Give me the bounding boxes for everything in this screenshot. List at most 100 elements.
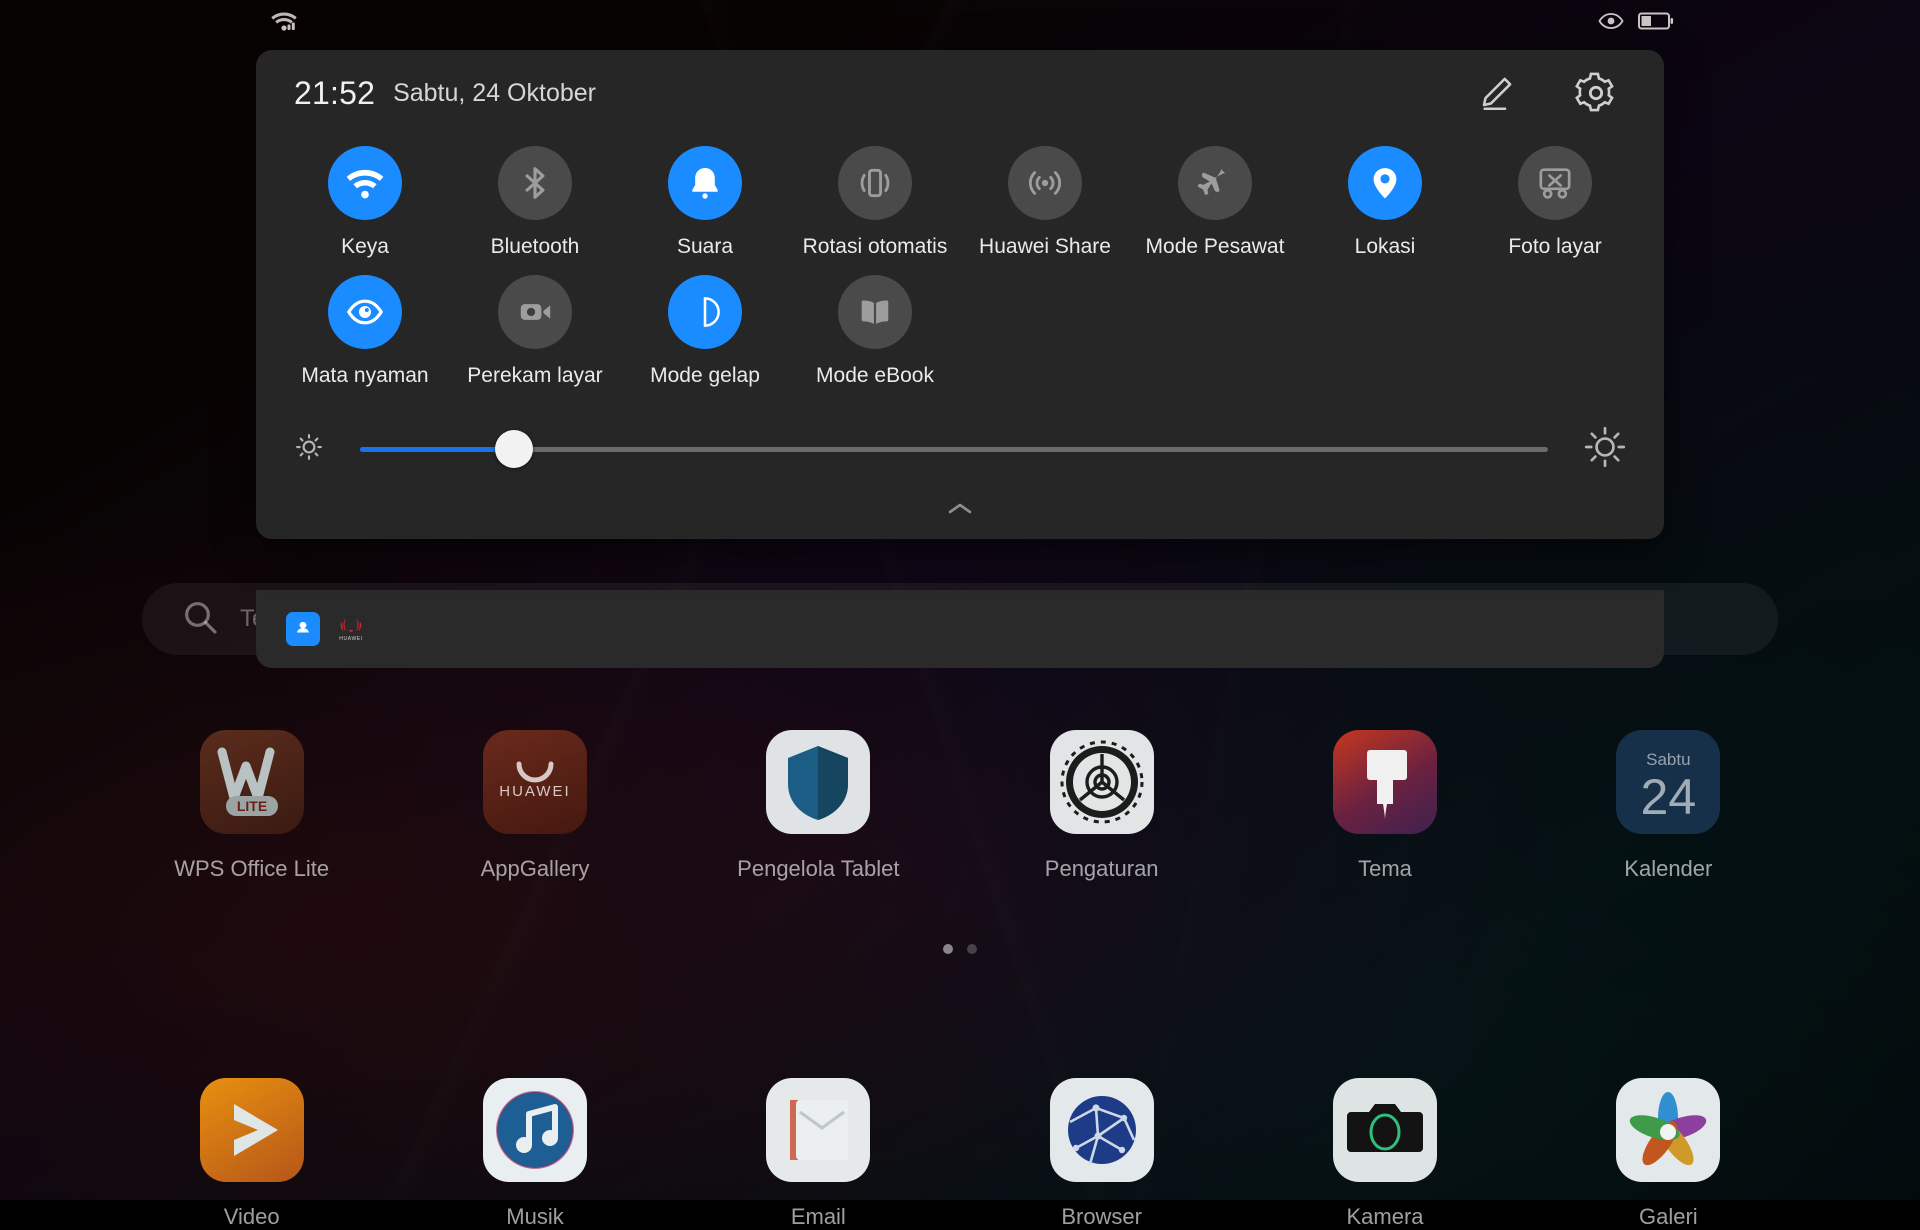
- toggle-empty-slot: [1300, 267, 1470, 390]
- toggle-circle: [668, 275, 742, 349]
- toggle-empty-slot: [960, 267, 1130, 390]
- brightness-row: [256, 419, 1664, 479]
- quick-settings-header: 21:52 Sabtu, 24 Oktober: [256, 50, 1664, 136]
- calendar-icon: Sabtu 24: [1616, 730, 1720, 834]
- toggle-circle: [668, 146, 742, 220]
- toggle-ebook-mode[interactable]: Mode eBook: [790, 267, 960, 390]
- toggle-label: Bluetooth: [491, 234, 580, 261]
- toggle-circle: [1518, 146, 1592, 220]
- app-tema[interactable]: Tema: [1243, 730, 1526, 882]
- calendar-day-number: 24: [1641, 772, 1697, 822]
- toggle-circle: [498, 146, 572, 220]
- toggle-circle: [1008, 146, 1082, 220]
- toggle-location[interactable]: Lokasi: [1300, 138, 1470, 261]
- toggle-huawei-share[interactable]: Huawei Share: [960, 138, 1130, 261]
- gear-icon[interactable]: [1574, 71, 1618, 115]
- app-label: AppGallery: [481, 856, 590, 882]
- app-label: Pengaturan: [1045, 856, 1159, 882]
- app-row-2: Video Musik Em: [0, 1078, 1920, 1230]
- eye-comfort-icon: [1598, 11, 1624, 36]
- app-label: Galeri: [1639, 1204, 1698, 1230]
- toggle-sound[interactable]: Suara: [620, 138, 790, 261]
- app-label: Video: [224, 1204, 280, 1230]
- huawei-logo-icon[interactable]: HUAWEI: [334, 612, 368, 646]
- brightness-high-icon: [1582, 424, 1628, 475]
- app-appgallery[interactable]: HUAWEI AppGallery: [393, 730, 676, 882]
- brightness-thumb[interactable]: [495, 430, 533, 468]
- toggle-label: Mode gelap: [650, 363, 760, 390]
- app-grid: LITE WPS Office Lite HUAWEI AppGallery: [0, 730, 1920, 1230]
- app-kalender[interactable]: Sabtu 24 Kalender: [1527, 730, 1810, 882]
- toggle-label: Perekam layar: [467, 363, 602, 390]
- app-label: WPS Office Lite: [174, 856, 329, 882]
- app-label: Browser: [1061, 1204, 1142, 1230]
- svg-text:HUAWEI: HUAWEI: [499, 783, 570, 800]
- quick-settings-toggles: Keya Bluetooth Suara: [256, 136, 1664, 389]
- toggle-label: Mata nyaman: [301, 363, 428, 390]
- toggle-wifi[interactable]: Keya: [280, 138, 450, 261]
- toggle-circle: [838, 146, 912, 220]
- huawei-mobile-services-icon[interactable]: [286, 612, 320, 646]
- app-pengaturan[interactable]: Pengaturan: [960, 730, 1243, 882]
- brightness-low-icon: [292, 430, 326, 469]
- browser-globe-icon: [1050, 1078, 1154, 1182]
- app-video[interactable]: Video: [110, 1078, 393, 1230]
- toggle-circle: [328, 275, 402, 349]
- calendar-day-name: Sabtu: [1646, 750, 1690, 770]
- toggle-eye-comfort[interactable]: Mata nyaman: [280, 267, 450, 390]
- app-label: Kamera: [1346, 1204, 1423, 1230]
- toggle-empty-slot: [1470, 267, 1640, 390]
- page-dot-2[interactable]: [967, 944, 977, 954]
- app-galeri[interactable]: Galeri: [1527, 1078, 1810, 1230]
- quick-settings-panel: 21:52 Sabtu, 24 Oktober: [256, 50, 1664, 539]
- app-label: Email: [791, 1204, 846, 1230]
- settings-gear-icon: [1050, 730, 1154, 834]
- svg-text:HUAWEI: HUAWEI: [339, 636, 362, 642]
- page-indicator: [0, 944, 1920, 954]
- email-icon: [766, 1078, 870, 1182]
- toggle-circle: [838, 275, 912, 349]
- toggle-label: Huawei Share: [979, 234, 1111, 261]
- wps-office-lite-icon: LITE: [200, 730, 304, 834]
- collapse-panel-handle[interactable]: [256, 495, 1664, 523]
- status-bar: [0, 0, 1920, 46]
- app-email[interactable]: Email: [677, 1078, 960, 1230]
- toggle-airplane-mode[interactable]: Mode Pesawat: [1130, 138, 1300, 261]
- battery-icon: [1638, 11, 1674, 36]
- notification-shelf[interactable]: HUAWEI: [256, 590, 1664, 668]
- toggle-screenshot[interactable]: Foto layar: [1470, 138, 1640, 261]
- brightness-fill: [360, 447, 514, 452]
- edit-icon[interactable]: [1474, 71, 1518, 115]
- toggle-circle: [1178, 146, 1252, 220]
- gallery-flower-icon: [1616, 1078, 1720, 1182]
- app-browser[interactable]: Browser: [960, 1078, 1243, 1230]
- toggle-screen-recorder[interactable]: Perekam layar: [450, 267, 620, 390]
- app-kamera[interactable]: Kamera: [1243, 1078, 1526, 1230]
- brightness-slider[interactable]: [360, 429, 1548, 469]
- app-label: Kalender: [1624, 856, 1712, 882]
- toggle-label: Mode Pesawat: [1146, 234, 1285, 261]
- toggle-circle: [328, 146, 402, 220]
- app-row-1: LITE WPS Office Lite HUAWEI AppGallery: [0, 730, 1920, 882]
- themes-brush-icon: [1333, 730, 1437, 834]
- toggle-circle: [1348, 146, 1422, 220]
- app-pengelola-tablet[interactable]: Pengelola Tablet: [677, 730, 960, 882]
- toggle-auto-rotate[interactable]: Rotasi otomatis: [790, 138, 960, 261]
- toggle-label: Keya: [341, 234, 389, 261]
- toggle-bluetooth[interactable]: Bluetooth: [450, 138, 620, 261]
- svg-text:LITE: LITE: [236, 798, 266, 814]
- app-wps-office-lite[interactable]: LITE WPS Office Lite: [110, 730, 393, 882]
- tablet-manager-shield-icon: [766, 730, 870, 834]
- app-label: Tema: [1358, 856, 1412, 882]
- toggle-circle: [498, 275, 572, 349]
- toggle-dark-mode[interactable]: Mode gelap: [620, 267, 790, 390]
- clock-date: Sabtu, 24 Oktober: [393, 79, 596, 108]
- clock-time: 21:52: [294, 75, 375, 112]
- wifi-signal-icon: [270, 9, 298, 38]
- brightness-track: [360, 447, 1548, 452]
- page-dot-1[interactable]: [943, 944, 953, 954]
- toggle-label: Suara: [677, 234, 733, 261]
- app-musik[interactable]: Musik: [393, 1078, 676, 1230]
- toggle-label: Lokasi: [1355, 234, 1416, 261]
- video-play-icon: [200, 1078, 304, 1182]
